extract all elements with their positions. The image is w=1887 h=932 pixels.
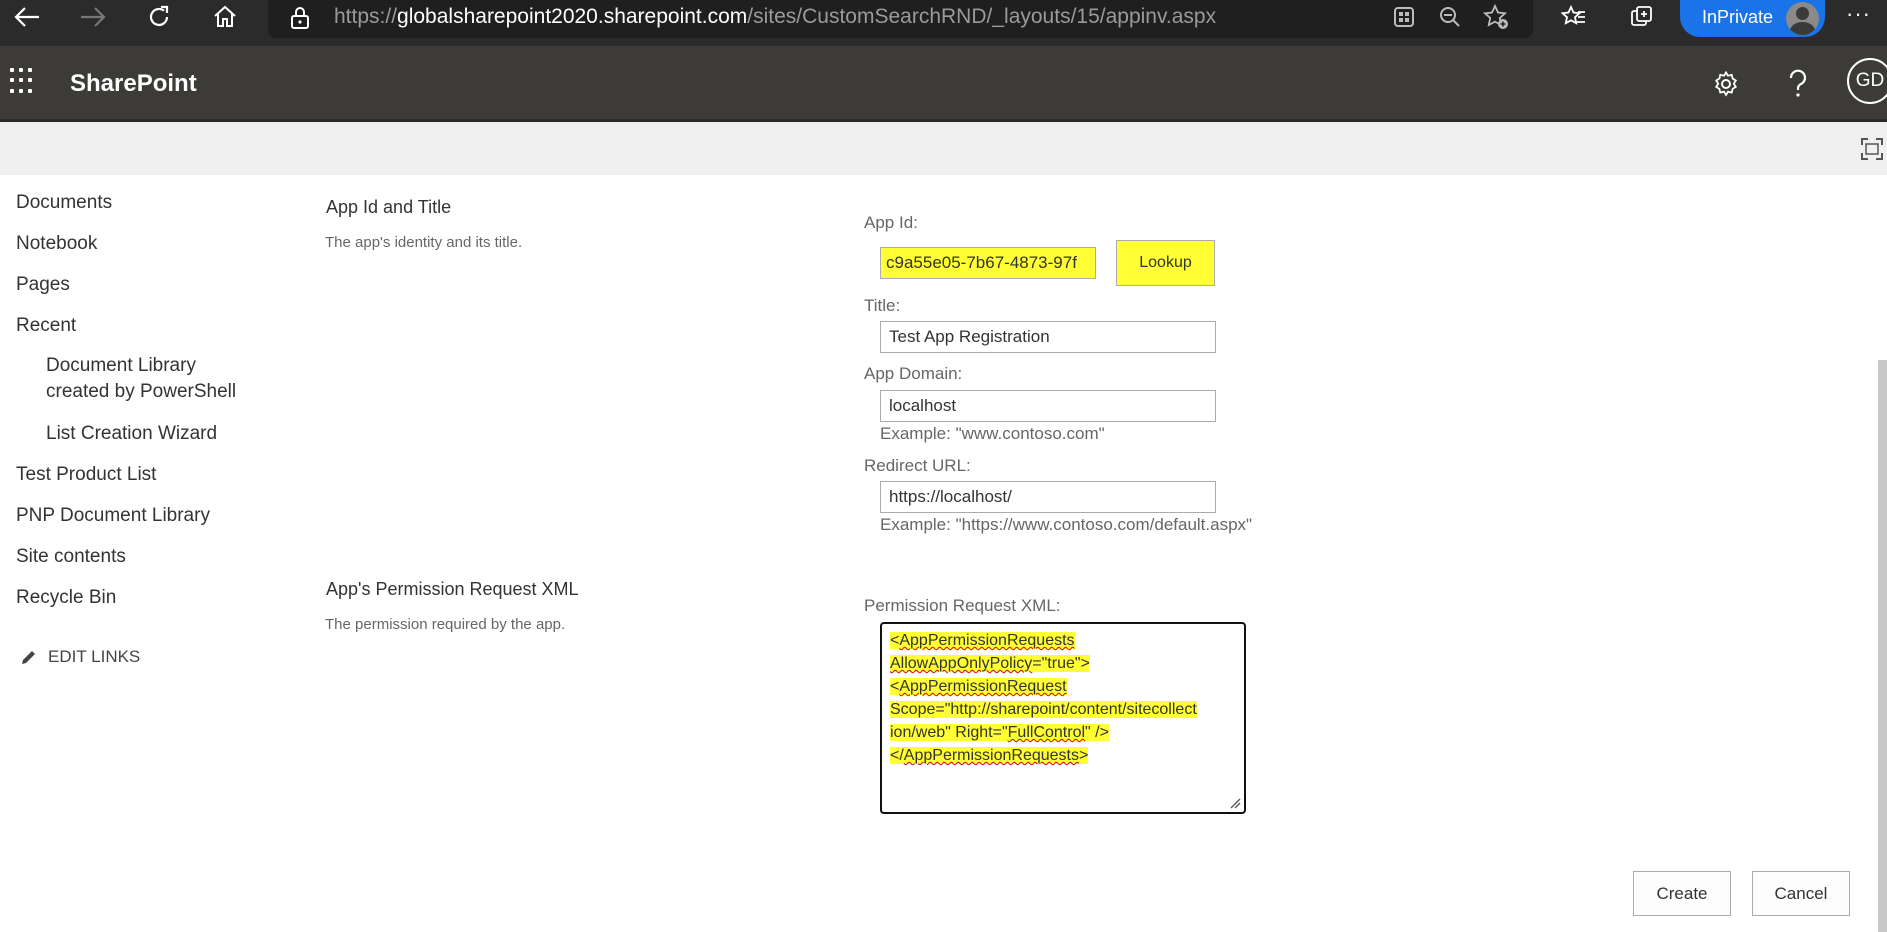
inprivate-label: InPrivate — [1702, 7, 1774, 27]
app-domain-input[interactable]: localhost — [880, 390, 1216, 422]
permission-xml-label: Permission Request XML: — [864, 596, 1061, 615]
resize-grip-icon[interactable] — [1229, 797, 1241, 809]
profile-avatar[interactable] — [1786, 2, 1819, 35]
nav-item-documents[interactable]: Documents — [16, 192, 112, 214]
section-app-id-title-description: The app's identity and its title. — [325, 234, 523, 251]
nav-item-list-creation-wizard[interactable]: List Creation Wizard — [46, 421, 217, 447]
nav-item-site-contents[interactable]: Site contents — [16, 546, 126, 568]
page-scrollbar[interactable] — [1878, 360, 1887, 932]
add-favorite-icon[interactable] — [1476, 2, 1516, 32]
redirect-url-example: Example: "https://www.contoso.com/defaul… — [880, 515, 1253, 534]
help-icon[interactable] — [1780, 66, 1816, 102]
user-avatar[interactable]: GD — [1847, 58, 1887, 104]
back-icon[interactable] — [2, 0, 52, 34]
xml-line: AllowAppOnlyPolicy="true"> — [890, 655, 1090, 672]
section-permission-xml-description: The permission required by the app. — [325, 616, 566, 633]
app-id-input[interactable]: c9a55e05-7b67-4873-97f — [880, 247, 1096, 279]
xml-line: Scope="http://sharepoint/content/sitecol… — [890, 701, 1197, 718]
more-options-icon[interactable]: ··· — [1846, 1, 1871, 27]
nav-item-recent[interactable]: Recent — [16, 315, 76, 337]
title-label: Title: — [864, 296, 901, 315]
suite-bar: SharePoint GD — [0, 46, 1887, 119]
redirect-url-input[interactable]: https://localhost/ — [880, 481, 1216, 513]
pencil-icon — [22, 651, 35, 664]
nav-item-pnp-document-library[interactable]: PNP Document Library — [16, 505, 210, 527]
app-domain-example: Example: "www.contoso.com" — [880, 424, 1105, 443]
section-permission-xml-heading: App's Permission Request XML — [326, 579, 579, 599]
home-icon[interactable] — [200, 0, 250, 34]
brand-title[interactable]: SharePoint — [70, 70, 197, 98]
app-domain-label: App Domain: — [864, 364, 963, 383]
settings-gear-icon[interactable] — [1708, 66, 1744, 102]
forward-icon[interactable] — [68, 0, 118, 34]
favorites-icon[interactable] — [1554, 2, 1594, 32]
address-bar[interactable]: https://globalsharepoint2020.sharepoint.… — [268, 0, 1533, 38]
nav-item-pages[interactable]: Pages — [16, 274, 70, 296]
nav-item-document-library-powershell[interactable]: Document Library created by PowerShell — [46, 353, 256, 405]
focus-mode-icon[interactable] — [1860, 137, 1884, 161]
url-text[interactable]: https://globalsharepoint2020.sharepoint.… — [334, 5, 1216, 29]
command-bar — [0, 122, 1887, 175]
browser-toolbar: https://globalsharepoint2020.sharepoint.… — [0, 0, 1887, 46]
lock-icon[interactable] — [290, 6, 310, 35]
xml-line: ion/web" Right="FullControl" /> — [890, 724, 1109, 741]
create-button[interactable]: Create — [1633, 871, 1731, 916]
edit-links-button[interactable]: EDIT LINKS — [20, 647, 140, 667]
nav-item-notebook[interactable]: Notebook — [16, 233, 97, 255]
url-path: /sites/CustomSearchRND/_layouts/15/appin… — [747, 5, 1217, 28]
url-prefix: https:// — [334, 5, 398, 28]
app-id-label: App Id: — [864, 213, 918, 232]
lookup-button[interactable]: Lookup — [1116, 240, 1215, 286]
inprivate-badge[interactable]: InPrivate — [1680, 0, 1825, 37]
section-app-id-title-heading: App Id and Title — [326, 197, 452, 217]
xml-line: <AppPermissionRequests — [890, 632, 1075, 649]
xml-line: </AppPermissionRequests> — [890, 747, 1089, 764]
edit-links-label: EDIT LINKS — [48, 647, 141, 666]
collections-icon[interactable] — [1622, 2, 1662, 32]
refresh-icon[interactable] — [134, 0, 184, 34]
app-launcher-icon[interactable] — [10, 68, 36, 94]
cancel-button[interactable]: Cancel — [1752, 871, 1850, 916]
zoom-out-icon[interactable] — [1430, 2, 1470, 32]
permission-xml-textarea[interactable]: <AppPermissionRequests AllowAppOnlyPolic… — [880, 622, 1246, 814]
apps-icon[interactable] — [1384, 2, 1424, 32]
nav-item-recycle-bin[interactable]: Recycle Bin — [16, 587, 116, 609]
url-host: globalsharepoint2020.sharepoint.com — [397, 5, 748, 28]
xml-line: <AppPermissionRequest — [890, 678, 1067, 695]
title-input[interactable]: Test App Registration — [880, 321, 1216, 353]
redirect-url-label: Redirect URL: — [864, 456, 971, 475]
nav-item-test-product-list[interactable]: Test Product List — [16, 464, 156, 486]
